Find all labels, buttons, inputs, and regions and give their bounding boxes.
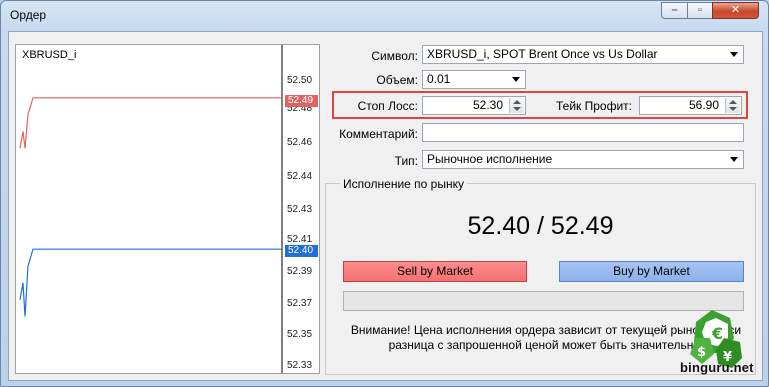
symbol-label: Символ: — [371, 49, 418, 63]
chevron-down-icon — [512, 77, 520, 82]
stoploss-value: 52.30 — [472, 98, 503, 112]
dialog-client-area: XBRUSD_i 52.50 52.48 52.46 52.44 52.43 52.41 5… — [8, 31, 763, 381]
takeprofit-label: Тейк Профит: — [556, 99, 632, 113]
tick-chart: XBRUSD_i 52.50 52.48 52.46 52.44 52.43 52.41 5… — [15, 44, 320, 374]
price-tick-label: 52.33 — [287, 360, 313, 371]
price-tick-label: 52.50 — [287, 75, 313, 86]
price-tick-label: 52.46 — [287, 137, 313, 148]
symbol-value: XBRUSD_i, SPOT Brent Once vs Us Dollar — [427, 47, 658, 61]
spin-up-icon — [513, 100, 521, 104]
spin-down-icon — [513, 107, 521, 111]
chevron-down-icon — [730, 157, 738, 162]
close-icon: ✕ — [730, 4, 741, 16]
spin-up-icon — [729, 100, 737, 104]
chart-symbol-label: XBRUSD_i — [22, 49, 77, 61]
minimize-button[interactable]: – — [661, 2, 688, 19]
minimize-icon: – — [671, 4, 678, 16]
volume-label: Объем: — [376, 73, 418, 87]
svg-text:$: $ — [697, 345, 706, 360]
price-tick-label: 52.35 — [287, 329, 313, 340]
stoploss-spinner[interactable] — [509, 98, 524, 113]
price-tick-label: 52.39 — [287, 266, 313, 277]
price-tick-label: 52.37 — [287, 298, 313, 309]
volume-value: 0.01 — [427, 72, 451, 86]
window-title: Ордер — [10, 8, 47, 22]
price-tick-label: 52.44 — [287, 171, 313, 182]
watermark-text: binguru.net — [680, 360, 754, 375]
stoploss-label: Стоп Лосс: — [357, 99, 418, 113]
bid-price-tag: 52.40 — [285, 245, 318, 257]
ask-price-line — [19, 97, 282, 149]
maximize-icon: ▫ — [698, 4, 702, 16]
order-type-value: Рыночное исполнение — [427, 152, 553, 166]
comment-input[interactable] — [422, 123, 744, 142]
bid-ask-quote: 52.40 / 52.49 — [467, 212, 614, 240]
spin-down-icon — [729, 107, 737, 111]
ask-price-tag: 52.49 — [285, 95, 318, 107]
stoploss-field[interactable]: 52.30 — [422, 96, 526, 115]
takeprofit-field[interactable]: 56.90 — [639, 96, 742, 115]
buy-by-market-button[interactable]: Buy by Market — [559, 261, 744, 282]
chart-svg — [19, 45, 283, 373]
group-title: Исполнение по рынку — [340, 177, 467, 191]
type-label: Тип: — [394, 154, 418, 168]
sell-by-market-button[interactable]: Sell by Market — [343, 261, 527, 282]
price-tick-label: 52.43 — [287, 204, 313, 215]
symbol-select[interactable]: XBRUSD_i, SPOT Brent Once vs Us Dollar — [422, 45, 744, 64]
maximize-button[interactable]: ▫ — [687, 2, 713, 19]
takeprofit-value: 56.90 — [688, 98, 719, 112]
volume-combobox[interactable]: 0.01 — [422, 70, 526, 89]
takeprofit-spinner[interactable] — [725, 98, 740, 113]
order-type-select[interactable]: Рыночное исполнение — [422, 150, 744, 169]
title-bar[interactable]: Ордер – ▫ ✕ — [1, 1, 768, 31]
price-tick-label: 52.41 — [287, 234, 313, 245]
order-window: Ордер – ▫ ✕ XBRUSD_i 52.50 52.48 52.46 52.4… — [0, 0, 769, 387]
chevron-down-icon — [730, 52, 738, 57]
close-button[interactable]: ✕ — [712, 2, 759, 19]
svg-text:€: € — [711, 324, 723, 343]
comment-label: Комментарий: — [339, 127, 418, 141]
bid-price-line — [19, 248, 282, 317]
